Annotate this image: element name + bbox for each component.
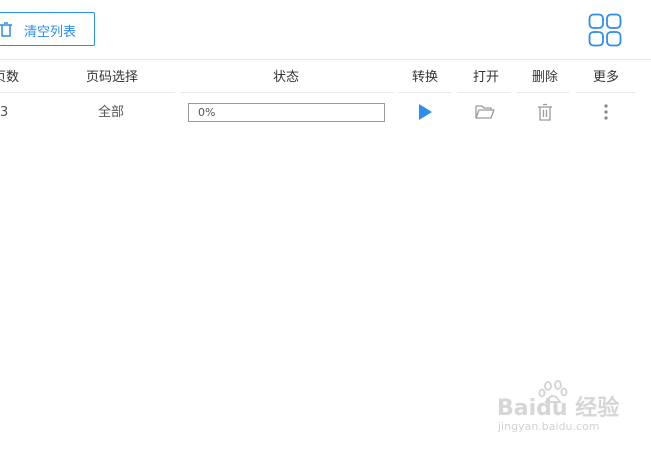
folder-open-icon	[475, 105, 495, 119]
trash-icon	[538, 103, 552, 121]
more-button[interactable]	[596, 102, 616, 122]
watermark-url: jingyan.baidu.com	[498, 420, 600, 433]
header-divider	[180, 92, 394, 93]
header-divider	[457, 92, 511, 93]
header-divider	[576, 92, 636, 93]
play-icon	[419, 104, 432, 120]
grid-view-button[interactable]	[588, 13, 622, 47]
watermark-brand: Baidu 经验	[497, 390, 619, 422]
clear-list-button[interactable]: 清空列表	[0, 12, 95, 46]
watermark-brand-text: Bai	[497, 396, 537, 421]
clear-list-label: 清空列表	[24, 25, 77, 40]
delete-button[interactable]	[535, 102, 555, 122]
header-divider	[398, 92, 452, 93]
header-open: 打开	[472, 70, 499, 85]
cell-page-select[interactable]: 全部	[98, 104, 124, 122]
grid-view-icon	[588, 13, 622, 47]
toolbar-divider	[0, 59, 651, 60]
header-divider	[516, 92, 570, 93]
progress-bar: 0%	[188, 103, 385, 122]
more-vertical-icon	[604, 104, 608, 120]
header-delete: 删除	[531, 70, 558, 85]
header-pages: 页数	[0, 70, 19, 85]
cell-pages: 3	[0, 105, 9, 120]
watermark-brand-suffix: du 经验	[536, 396, 620, 421]
header-page-select: 页码选择	[85, 70, 138, 85]
convert-button[interactable]	[415, 102, 435, 122]
header-status: 状态	[272, 70, 299, 85]
header-convert: 转换	[411, 70, 438, 85]
progress-label: 0%	[198, 106, 216, 119]
trash-icon	[0, 22, 13, 38]
open-button[interactable]	[474, 102, 496, 122]
baidu-watermark: Baidu 经验 jingyan.baidu.com	[497, 380, 622, 440]
header-more: 更多	[592, 70, 619, 85]
header-divider	[0, 92, 175, 93]
